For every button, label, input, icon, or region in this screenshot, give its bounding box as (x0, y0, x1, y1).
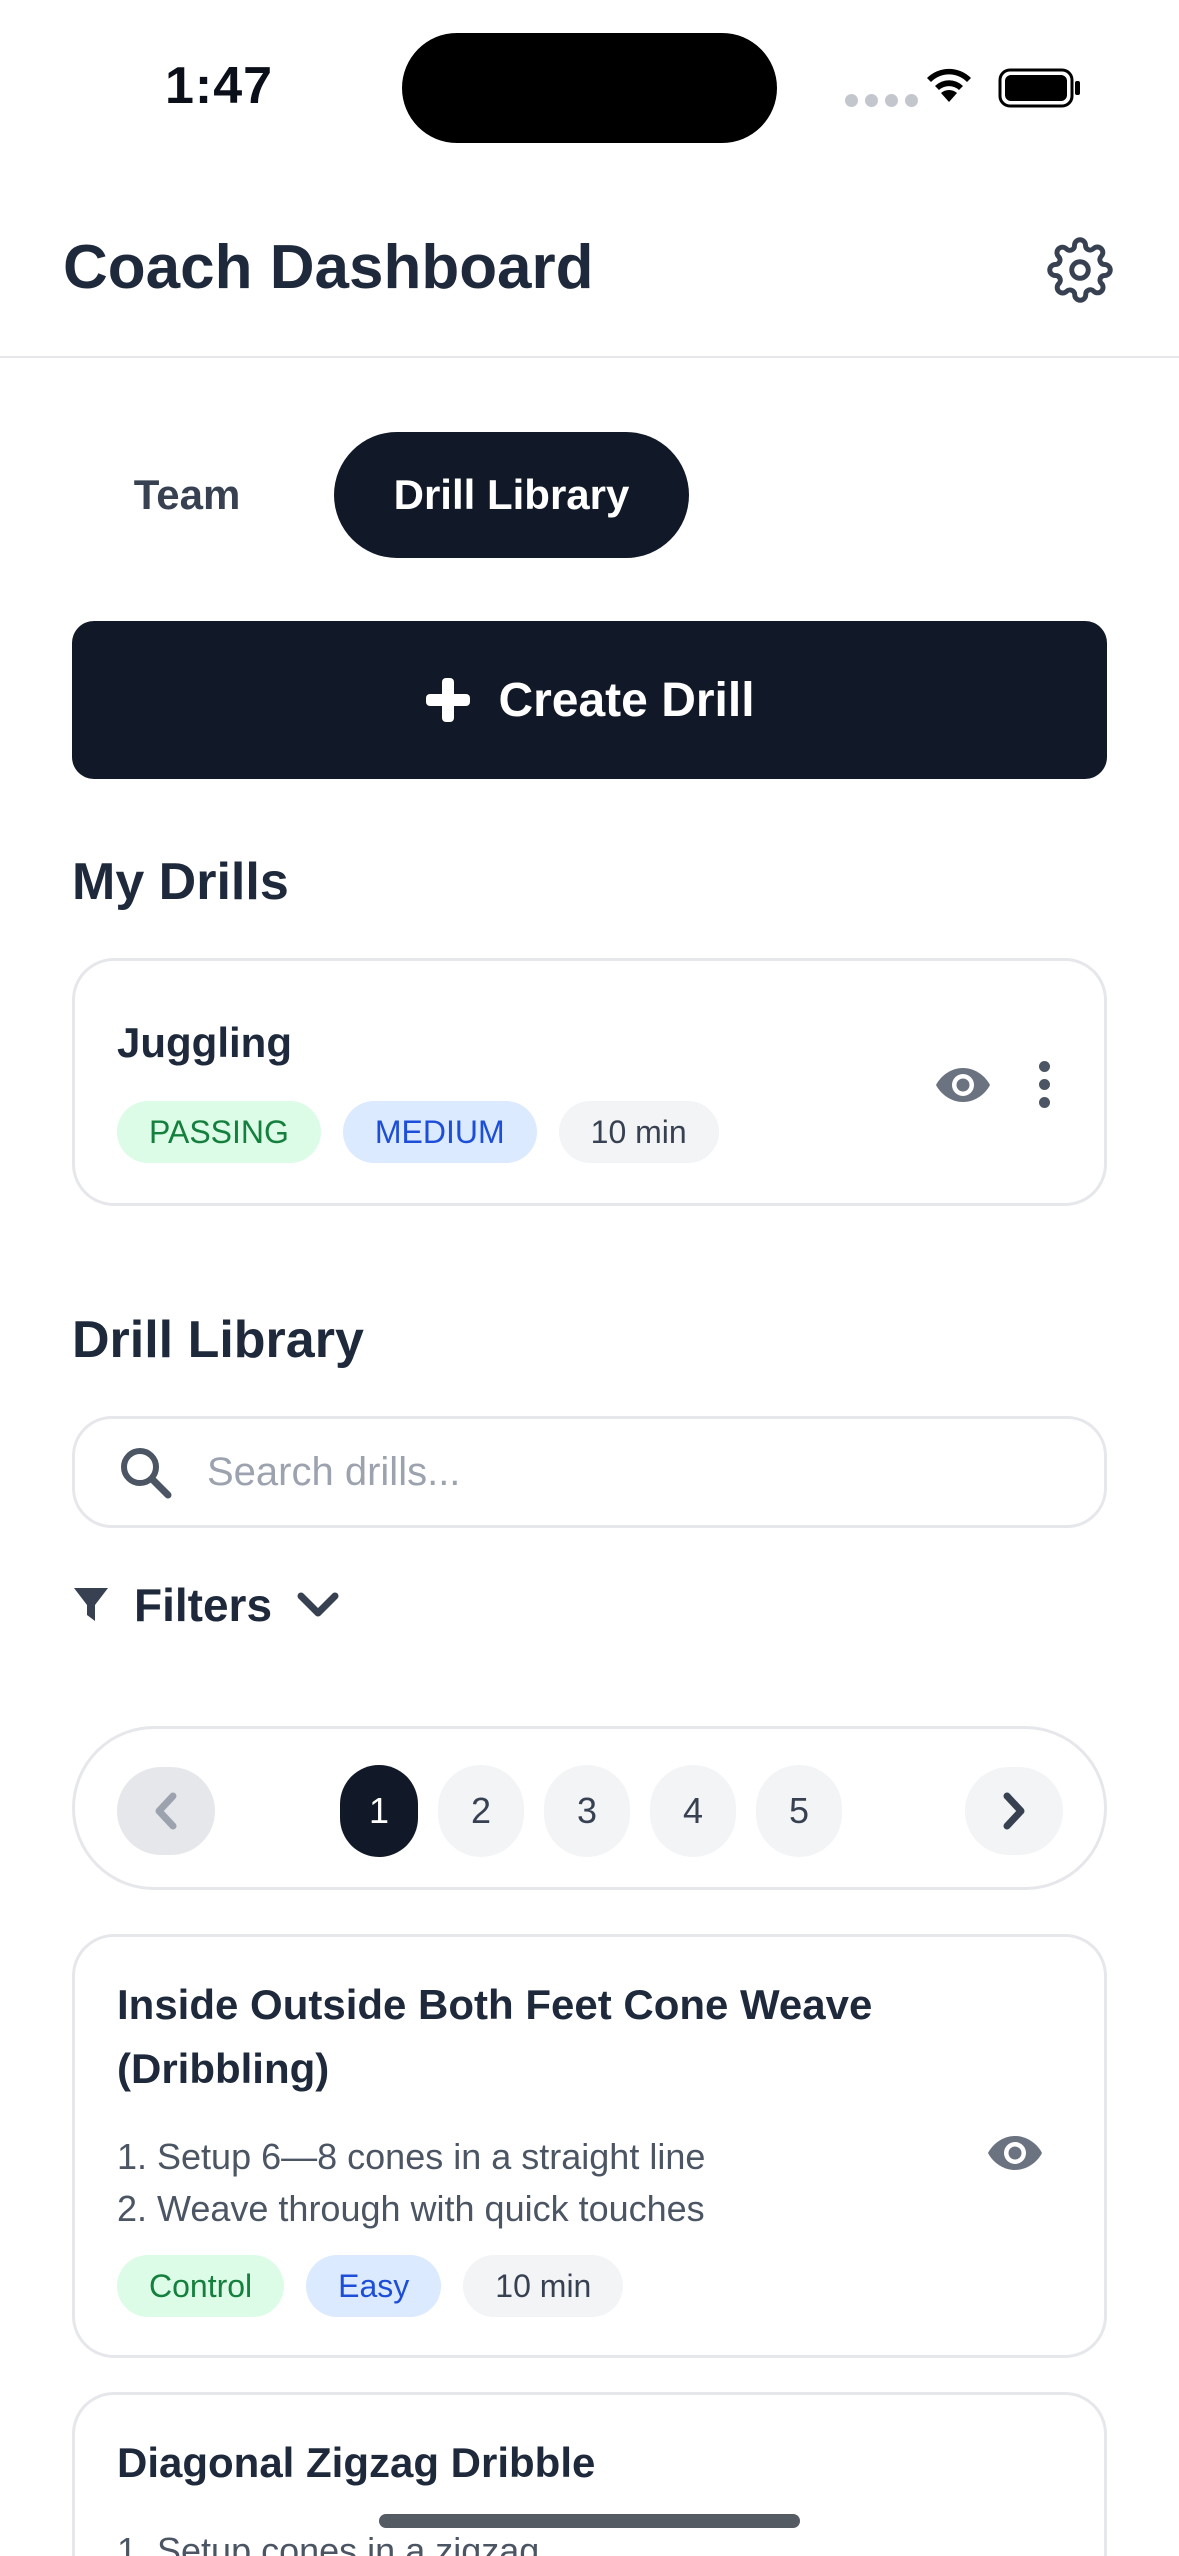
gear-icon (1047, 237, 1113, 303)
next-page-button[interactable] (965, 1767, 1063, 1855)
difficulty-badge: Easy (306, 2255, 442, 2317)
wifi-icon (927, 68, 971, 102)
chevron-down-icon (297, 1592, 339, 1617)
tab-team[interactable]: Team (72, 432, 302, 558)
status-time: 1:47 (165, 57, 274, 115)
difficulty-badge: MEDIUM (342, 1101, 537, 1163)
battery-icon (998, 68, 1080, 108)
signal-icon (845, 94, 918, 107)
library-drill-card[interactable]: Inside Outside Both Feet Cone Weave (Dri… (72, 1934, 1107, 2358)
drill-step: 1. Setup 6—8 cones in a straight line (117, 2136, 706, 2177)
drill-description: 1. Setup 6—8 cones in a straight line 2.… (117, 2131, 705, 2235)
app-header: Coach Dashboard (0, 190, 1179, 358)
drill-tags: Control Easy 10 min (117, 2255, 624, 2317)
eye-icon (988, 2136, 1042, 2170)
filters-label: Filters (134, 1579, 273, 1631)
pagination: 1 2 3 4 5 (72, 1726, 1107, 1890)
search-input[interactable] (207, 1449, 1027, 1495)
create-drill-button[interactable]: Create Drill (72, 621, 1107, 779)
search-box (72, 1416, 1107, 1528)
my-drill-card[interactable]: Juggling PASSING MEDIUM 10 min (72, 958, 1107, 1206)
page-button-4[interactable]: 4 (650, 1765, 736, 1857)
view-drill-button[interactable] (983, 2127, 1047, 2179)
duration-badge: 10 min (463, 2255, 624, 2317)
tab-bar: Team Drill Library (72, 432, 689, 558)
page-button-2[interactable]: 2 (438, 1765, 524, 1857)
filters-toggle[interactable]: Filters (72, 1578, 340, 1632)
drill-step: 1. Setup cones in a zigzag (117, 2530, 540, 2556)
page-list: 1 2 3 4 5 (340, 1765, 842, 1857)
chevron-left-icon (155, 1792, 177, 1830)
plus-icon (426, 678, 471, 722)
drill-library-title: Drill Library (72, 1311, 364, 1369)
page-button-5[interactable]: 5 (756, 1765, 842, 1857)
previous-page-button[interactable] (117, 1767, 215, 1855)
eye-icon (936, 1068, 990, 1102)
status-bar: 1:47 (0, 0, 1179, 170)
dynamic-island (402, 33, 777, 143)
filter-icon (74, 1588, 108, 1621)
chevron-right-icon (1003, 1792, 1025, 1830)
drill-name: Juggling (117, 1019, 292, 1066)
library-drill-card[interactable]: Diagonal Zigzag Dribble 1. Setup cones i… (72, 2392, 1107, 2556)
tab-drill-library[interactable]: Drill Library (334, 432, 689, 558)
drill-name: Diagonal Zigzag Dribble (117, 2439, 596, 2486)
more-options-button[interactable] (1029, 1061, 1059, 1111)
home-indicator[interactable] (379, 2514, 800, 2528)
drill-step: 2. Weave through with quick touches (117, 2188, 705, 2229)
page-button-3[interactable]: 3 (544, 1765, 630, 1857)
create-drill-label: Create Drill (498, 673, 755, 727)
page-title: Coach Dashboard (63, 233, 594, 302)
view-drill-button[interactable] (931, 1059, 995, 1111)
drill-name: Inside Outside Both Feet Cone Weave (Dri… (117, 1981, 873, 2092)
search-icon (121, 1448, 172, 1499)
category-badge: PASSING (117, 1101, 321, 1163)
page-button-1[interactable]: 1 (340, 1765, 418, 1857)
more-vertical-icon (1038, 1061, 1050, 1072)
duration-badge: 10 min (558, 1101, 719, 1163)
my-drills-title: My Drills (72, 853, 289, 911)
drill-tags: PASSING MEDIUM 10 min (117, 1101, 719, 1163)
settings-button[interactable] (1040, 230, 1120, 310)
category-badge: Control (117, 2255, 285, 2317)
